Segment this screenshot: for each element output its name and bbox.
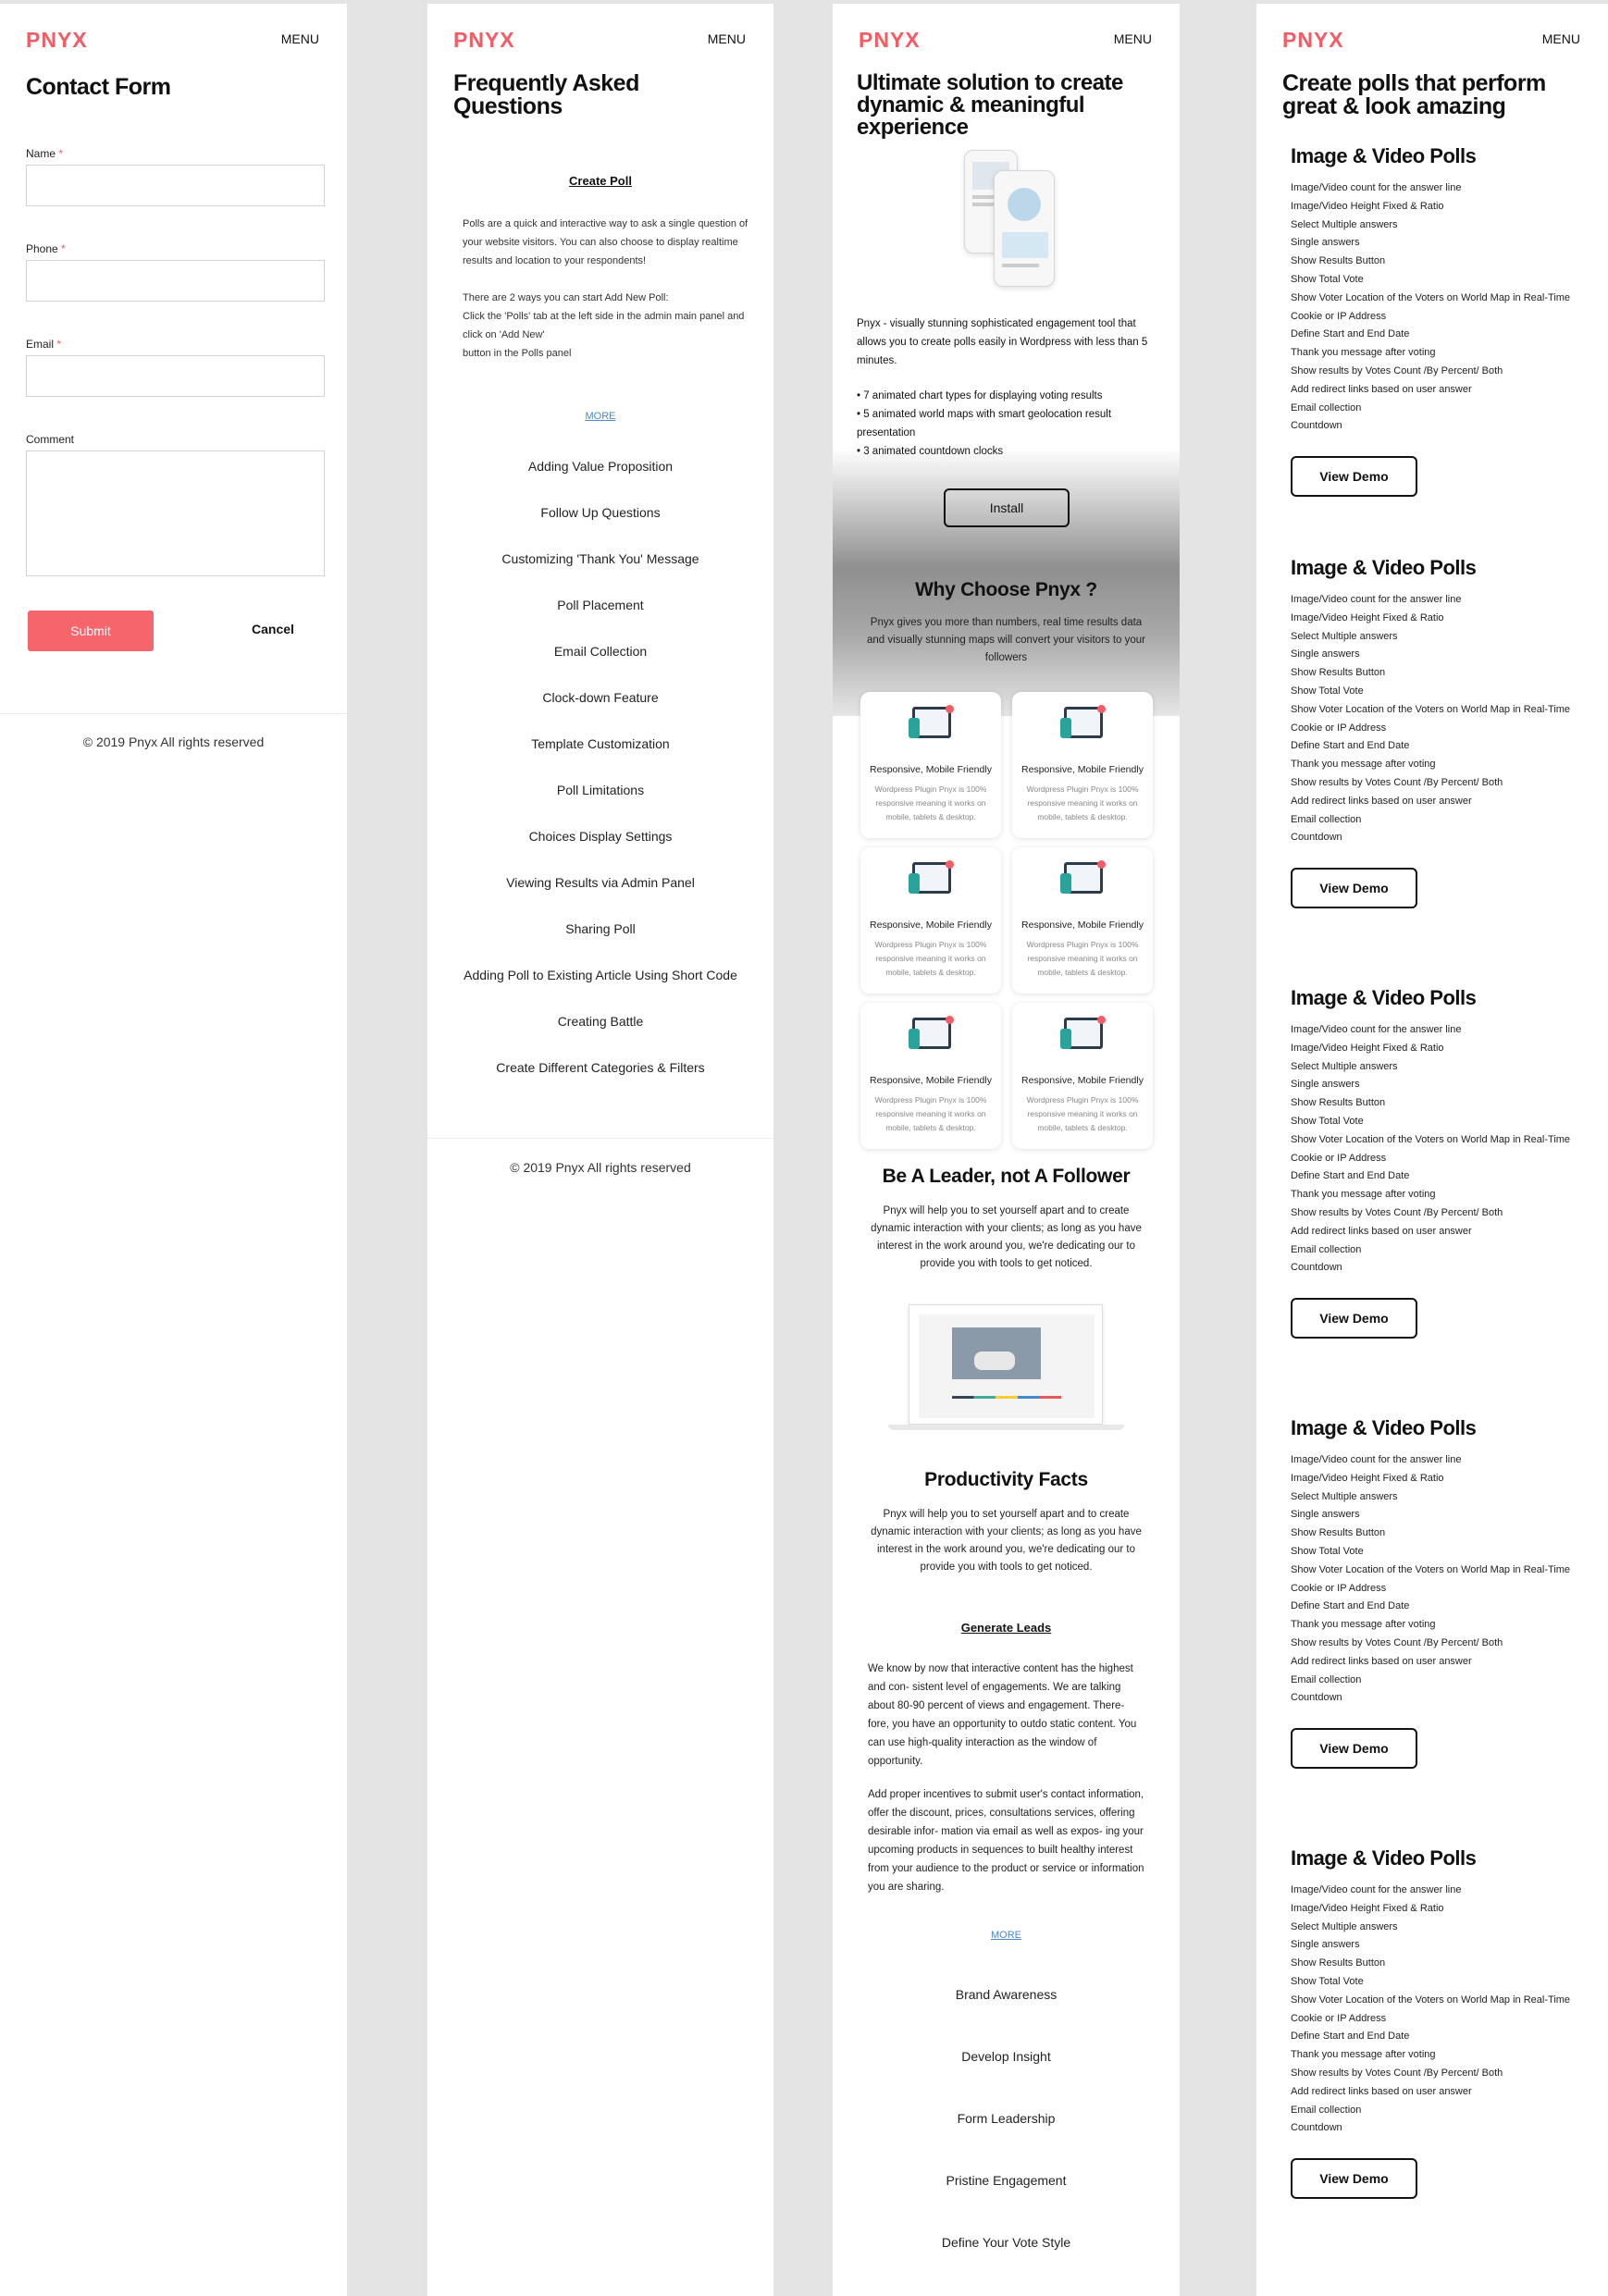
facts-item[interactable]: Define Your Vote Style <box>833 2235 1180 2250</box>
submit-button[interactable]: Submit <box>28 611 154 651</box>
faq-question[interactable]: Creating Battle <box>427 1014 773 1029</box>
footer-divider <box>0 713 347 714</box>
hero-description: Pnyx - visually stunning sophisticated e… <box>857 318 1148 366</box>
feature-card: Responsive, Mobile Friendly Wordpress Pl… <box>1012 1003 1153 1149</box>
landing-screen: PNYX MENU Ultimate solution to create dy… <box>833 4 1180 2296</box>
faq-question[interactable]: Poll Limitations <box>427 783 773 797</box>
hero-title: Ultimate solution to create dynamic & me… <box>857 70 1123 140</box>
faq-question[interactable]: Sharing Poll <box>427 921 773 936</box>
monitor-phone-icon <box>909 1016 954 1049</box>
name-field[interactable] <box>26 165 325 206</box>
install-button[interactable]: Install <box>944 488 1070 527</box>
facts-item[interactable]: Brand Awareness <box>833 1987 1180 2002</box>
feature-list: Image/Video count for the answer line Ima… <box>1291 1884 1571 2134</box>
poll-section: Image & Video Polls Image/Video count fo… <box>1291 1846 1587 2200</box>
page-title: Contact Form <box>26 74 171 100</box>
monitor-phone-icon <box>1060 1016 1106 1049</box>
faq-question[interactable]: Adding Poll to Existing Article Using Sh… <box>427 968 773 982</box>
comment-field[interactable] <box>26 451 325 576</box>
cancel-button[interactable]: Cancel <box>252 622 294 636</box>
facts-text: Pnyx will help you to set yourself apart… <box>871 1509 1142 1573</box>
leads-text: We know by now that interactive content … <box>868 1663 1137 1767</box>
monitor-phone-icon <box>909 860 954 894</box>
menu-button[interactable]: MENU <box>1114 31 1152 46</box>
facts-item[interactable]: Develop Insight <box>833 2049 1180 2064</box>
leader-text: Pnyx will help you to set yourself apart… <box>871 1205 1142 1269</box>
faq-question[interactable]: Choices Display Settings <box>427 829 773 844</box>
faq-answer: Polls are a quick and interactive way to… <box>463 218 748 359</box>
poll-section: Image & Video Polls Image/Video count fo… <box>1291 986 1587 1339</box>
poll-section: Image & Video Polls Image/Video count fo… <box>1291 556 1587 909</box>
facts-item[interactable]: Pristine Engagement <box>833 2173 1180 2188</box>
feature-bullets: • 7 animated chart types for displaying … <box>857 390 1112 457</box>
menu-button[interactable]: MENU <box>1542 31 1580 46</box>
faq-screen: PNYX MENU Frequently Asked Questions Crea… <box>427 4 773 2296</box>
footer-divider <box>427 1138 773 1139</box>
laptop-mockup <box>888 1304 1124 1436</box>
contact-form-screen: PNYX MENU Contact Form Name * Phone * Em… <box>0 4 347 2296</box>
phone-mockup-front <box>994 170 1055 287</box>
phone-field[interactable] <box>26 260 325 302</box>
menu-button[interactable]: MENU <box>708 31 746 46</box>
facts-item[interactable]: Form Leadership <box>833 2111 1180 2126</box>
feature-list: Image/Video count for the answer line Ima… <box>1291 182 1571 432</box>
email-field[interactable] <box>26 355 325 397</box>
feature-list: Image/Video count for the answer line Ima… <box>1291 594 1571 844</box>
menu-button[interactable]: MENU <box>281 31 319 46</box>
faq-question[interactable]: Viewing Results via Admin Panel <box>427 875 773 890</box>
polls-screen: PNYX MENU Create polls that perform grea… <box>1256 4 1608 2296</box>
faq-question[interactable]: Template Customization <box>427 736 773 751</box>
more-link[interactable]: MORE <box>427 411 773 422</box>
email-label: Email * <box>26 338 62 351</box>
leader-title: Be A Leader, not A Follower <box>882 1166 1131 1187</box>
faq-question[interactable]: Clock-down Feature <box>427 690 773 705</box>
feature-card: Responsive, Mobile Friendly Wordpress Pl… <box>1012 847 1153 994</box>
faq-question[interactable]: Adding Value Proposition <box>427 459 773 474</box>
leads-title[interactable]: Generate Leads <box>833 1621 1180 1635</box>
faq-question[interactable]: Poll Placement <box>427 598 773 612</box>
view-demo-button[interactable]: View Demo <box>1291 868 1417 909</box>
why-title: Why Choose Pnyx ? <box>915 579 1097 600</box>
feature-list: Image/Video count for the answer line Ima… <box>1291 1024 1571 1274</box>
faq-question-open[interactable]: Create Poll <box>427 174 773 188</box>
copyright: © 2019 Pnyx All rights reserved <box>82 734 265 749</box>
view-demo-button[interactable]: View Demo <box>1291 456 1417 498</box>
feature-card: Responsive, Mobile Friendly Wordpress Pl… <box>860 847 1001 994</box>
pnyx-logo[interactable]: PNYX <box>1282 28 1344 53</box>
monitor-phone-icon <box>1060 705 1106 738</box>
feature-card: Responsive, Mobile Friendly Wordpress Pl… <box>860 692 1001 838</box>
feature-card: Responsive, Mobile Friendly Wordpress Pl… <box>860 1003 1001 1149</box>
name-label: Name * <box>26 147 64 160</box>
monitor-phone-icon <box>909 705 954 738</box>
faq-question[interactable]: Email Collection <box>427 644 773 659</box>
view-demo-button[interactable]: View Demo <box>1291 2158 1417 2200</box>
monitor-phone-icon <box>1060 860 1106 894</box>
why-text: Pnyx gives you more than numbers, real t… <box>866 617 1146 663</box>
faq-question[interactable]: Create Different Categories & Filters <box>427 1060 773 1075</box>
feature-list: Image/Video count for the answer line Ima… <box>1291 1454 1571 1704</box>
page-title: Frequently Asked Questions <box>453 70 639 119</box>
page-title: Create polls that perform great & look a… <box>1282 70 1546 119</box>
poll-section: Image & Video Polls Image/Video count fo… <box>1291 144 1587 498</box>
faq-question[interactable]: Customizing 'Thank You' Message <box>427 551 773 566</box>
facts-title: Productivity Facts <box>924 1469 1088 1490</box>
feature-card: Responsive, Mobile Friendly Wordpress Pl… <box>1012 692 1153 838</box>
more-link[interactable]: MORE <box>833 1930 1180 1941</box>
comment-label: Comment <box>26 433 75 446</box>
phone-label: Phone * <box>26 242 66 255</box>
copyright: © 2019 Pnyx All rights reserved <box>510 1160 691 1175</box>
pnyx-logo[interactable]: PNYX <box>453 28 515 53</box>
poll-section: Image & Video Polls Image/Video count fo… <box>1291 1416 1587 1770</box>
leads-text: Add proper incentives to submit user's c… <box>868 1789 1144 1893</box>
pnyx-logo[interactable]: PNYX <box>859 28 921 53</box>
faq-question[interactable]: Follow Up Questions <box>427 505 773 520</box>
pnyx-logo[interactable]: PNYX <box>26 28 88 53</box>
view-demo-button[interactable]: View Demo <box>1291 1298 1417 1339</box>
view-demo-button[interactable]: View Demo <box>1291 1728 1417 1770</box>
